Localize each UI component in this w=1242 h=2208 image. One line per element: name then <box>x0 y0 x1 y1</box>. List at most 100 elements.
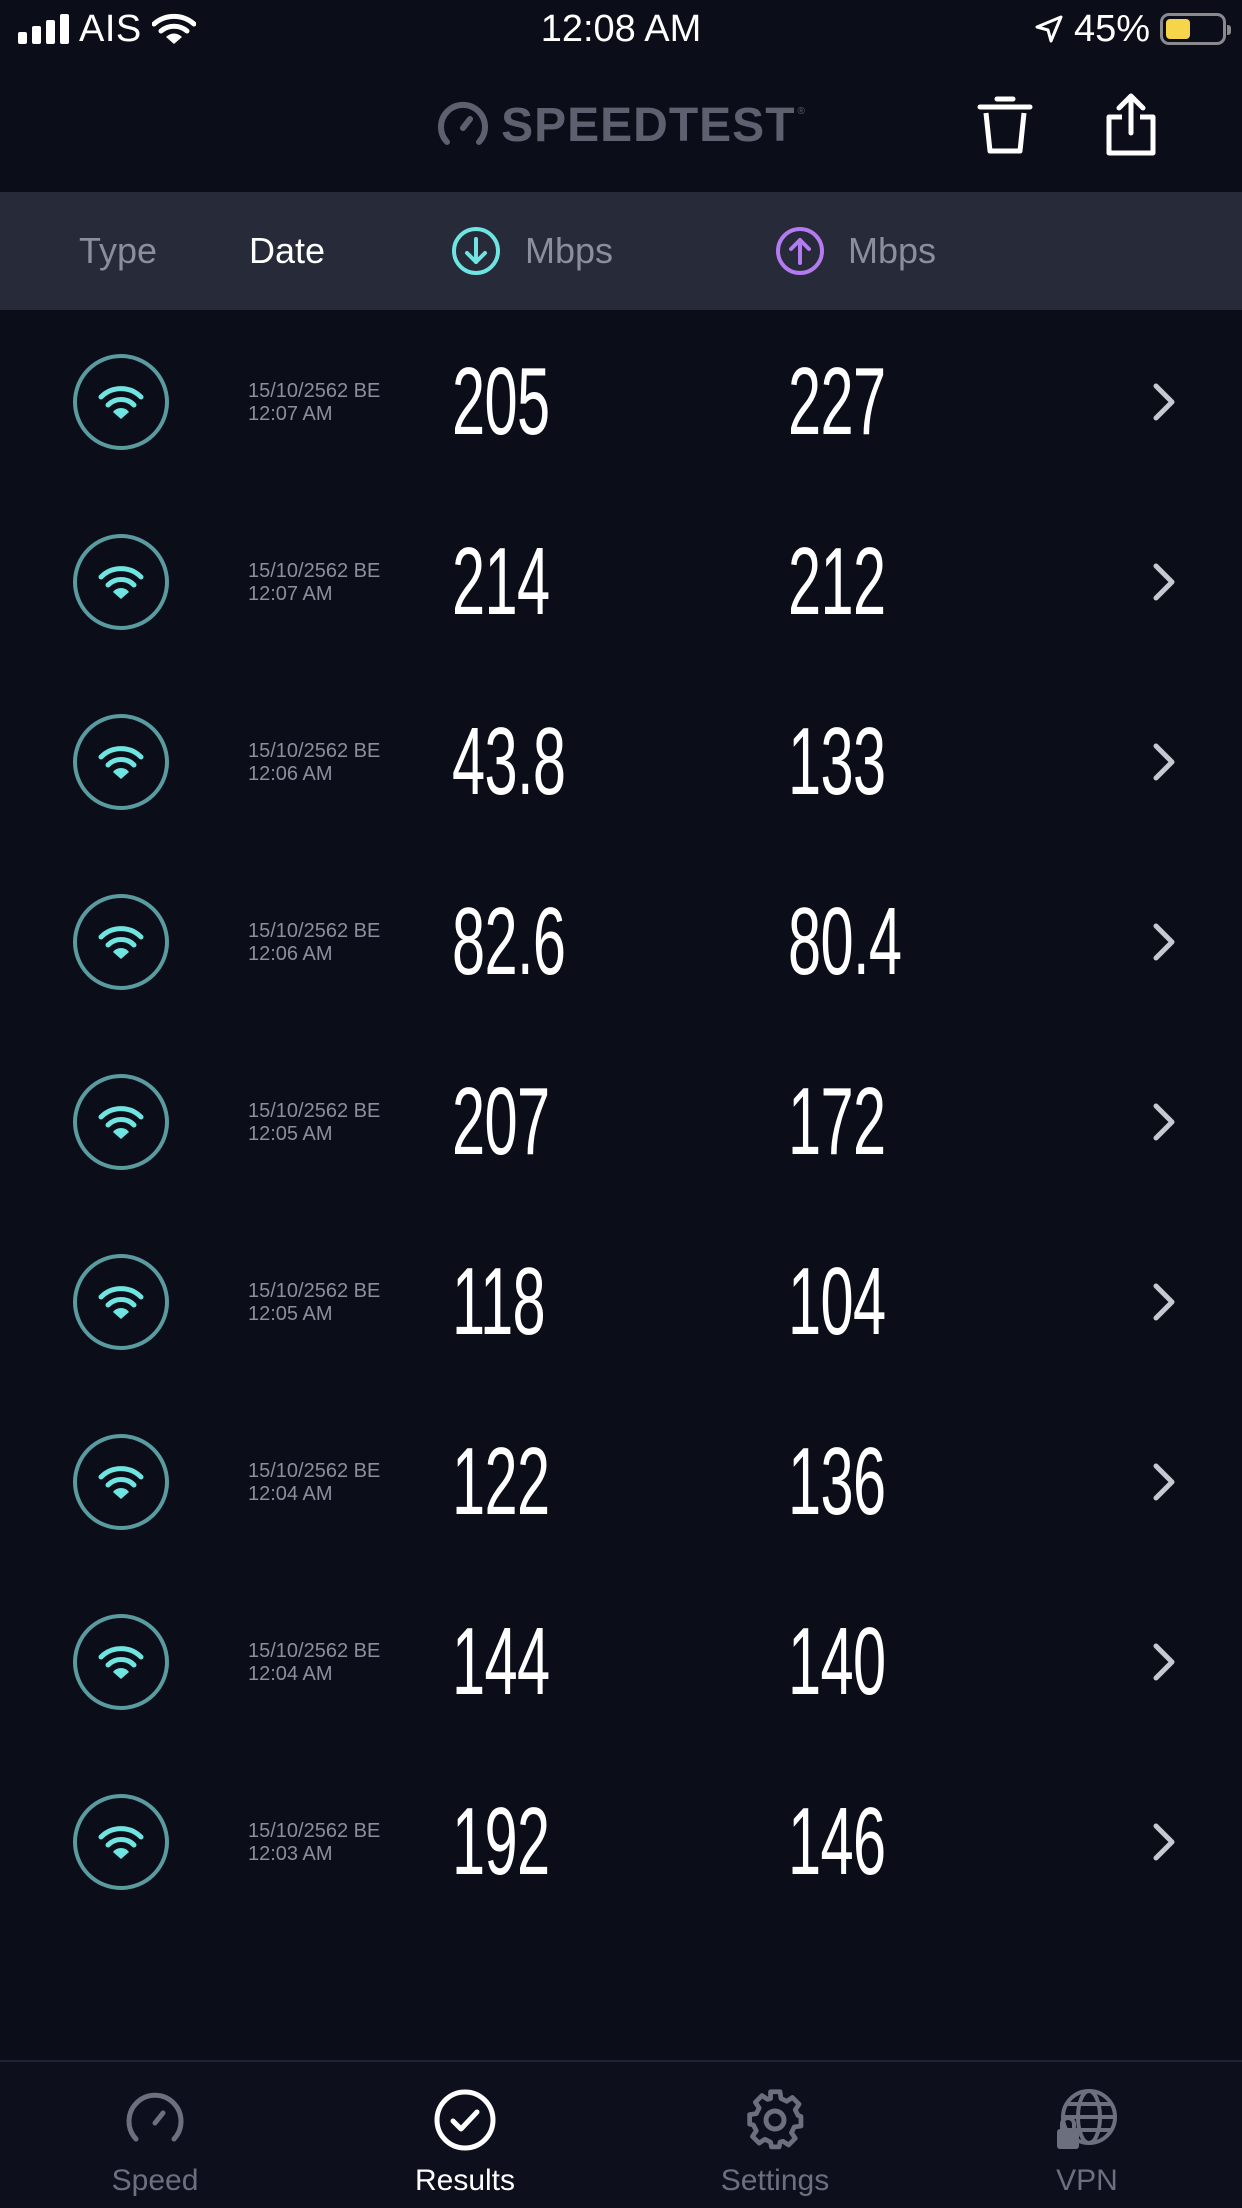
location-arrow-icon <box>1035 15 1063 43</box>
connection-type-badge <box>73 1434 169 1530</box>
connection-type-badge <box>73 1794 169 1890</box>
connection-type-badge <box>73 534 169 630</box>
upload-speed: 136 <box>788 1428 886 1535</box>
download-speed: 205 <box>452 348 550 455</box>
upload-speed: 140 <box>788 1608 886 1715</box>
upload-speed: 133 <box>788 708 886 815</box>
result-time: 12:05 AM <box>248 1123 333 1145</box>
result-datetime: 15/10/2562 BE 12:07 AM <box>248 560 380 606</box>
results-list: 15/10/2562 BE 12:07 AM 205 227 15/10/2562 BE… <box>0 312 1242 1932</box>
result-datetime: 15/10/2562 BE 12:04 AM <box>248 1460 380 1506</box>
chevron-right-icon <box>1153 1643 1175 1681</box>
gauge-icon <box>126 2092 184 2142</box>
battery-fill <box>1166 19 1191 39</box>
trash-icon <box>977 96 1033 154</box>
download-speed: 207 <box>452 1068 550 1175</box>
upload-speed: 227 <box>788 348 886 455</box>
tab-vpn-label: VPN <box>1056 2164 1118 2197</box>
result-time: 12:03 AM <box>248 1843 333 1865</box>
connection-type-badge <box>73 894 169 990</box>
download-speed: 43.8 <box>452 708 566 815</box>
upload-speed: 146 <box>788 1788 886 1895</box>
tab-settings-label: Settings <box>720 2164 830 2197</box>
gear-icon <box>747 2089 804 2150</box>
download-arrow-icon <box>452 227 500 275</box>
share-icon <box>1106 93 1156 156</box>
result-row[interactable]: 15/10/2562 BE 12:07 AM 205 227 <box>0 312 1242 492</box>
status-right: 45% <box>1034 7 1231 50</box>
result-time: 12:06 AM <box>248 943 333 965</box>
connection-type-badge <box>73 1254 169 1350</box>
row-detail-chevron[interactable] <box>1150 1640 1180 1689</box>
tab-results-label: Results <box>414 2164 516 2197</box>
tab-vpn[interactable]: VPN <box>932 2062 1242 2208</box>
result-datetime: 15/10/2562 BE 12:05 AM <box>248 1280 380 1326</box>
upload-speed: 172 <box>788 1068 886 1175</box>
result-time: 12:04 AM <box>248 1663 333 1685</box>
tab-speed[interactable]: Speed <box>0 2062 310 2208</box>
wifi-icon <box>98 1826 144 1859</box>
wifi-icon <box>98 386 144 419</box>
chevron-right-icon <box>1153 743 1175 781</box>
result-date: 15/10/2562 BE <box>248 920 381 942</box>
result-datetime: 15/10/2562 BE 12:03 AM <box>248 1820 380 1866</box>
row-detail-chevron[interactable] <box>1150 380 1180 429</box>
result-row[interactable]: 15/10/2562 BE 12:06 AM 82.6 80.4 <box>0 852 1242 1032</box>
chevron-right-icon <box>1153 1823 1175 1861</box>
result-row[interactable]: 15/10/2562 BE 12:05 AM 207 172 <box>0 1032 1242 1212</box>
upload-speed: 212 <box>788 528 886 635</box>
row-detail-chevron[interactable] <box>1150 1100 1180 1149</box>
result-row[interactable]: 15/10/2562 BE 12:06 AM 43.8 133 <box>0 672 1242 852</box>
result-date: 15/10/2562 BE <box>248 1640 381 1662</box>
wifi-icon <box>98 1106 144 1139</box>
chevron-right-icon <box>1153 1283 1175 1321</box>
column-date[interactable]: Date <box>249 230 325 272</box>
download-speed: 214 <box>452 528 550 635</box>
result-datetime: 15/10/2562 BE 12:06 AM <box>248 740 380 786</box>
row-detail-chevron[interactable] <box>1150 560 1180 609</box>
result-row[interactable]: 15/10/2562 BE 12:07 AM 214 212 <box>0 492 1242 672</box>
battery-icon <box>1160 13 1231 45</box>
status-bar: AIS 12:08 AM 45% <box>0 0 1242 62</box>
result-time: 12:04 AM <box>248 1483 333 1505</box>
result-datetime: 15/10/2562 BE 12:07 AM <box>248 380 380 426</box>
globe-lock-icon <box>1057 2089 1117 2149</box>
download-speed: 82.6 <box>452 888 566 995</box>
wifi-icon <box>98 926 144 959</box>
result-row[interactable]: 15/10/2562 BE 12:05 AM 118 104 <box>0 1212 1242 1392</box>
tab-settings[interactable]: Settings <box>620 2062 930 2208</box>
chevron-right-icon <box>1153 1463 1175 1501</box>
result-row[interactable]: 15/10/2562 BE 12:04 AM 144 140 <box>0 1572 1242 1752</box>
result-row[interactable]: 15/10/2562 BE 12:03 AM 192 146 <box>0 1752 1242 1932</box>
chevron-right-icon <box>1153 923 1175 961</box>
download-speed: 122 <box>452 1428 550 1535</box>
logo-text: SPEEDTEST <box>501 99 796 152</box>
column-upload[interactable]: Mbps <box>848 230 936 272</box>
result-date: 15/10/2562 BE <box>248 380 381 402</box>
chevron-right-icon <box>1153 563 1175 601</box>
row-detail-chevron[interactable] <box>1150 920 1180 969</box>
chevron-right-icon <box>1153 1103 1175 1141</box>
row-detail-chevron[interactable] <box>1150 1280 1180 1329</box>
connection-type-badge <box>73 1614 169 1710</box>
checkmark-circle-icon <box>434 2089 496 2151</box>
battery-percent: 45% <box>1073 7 1150 50</box>
row-detail-chevron[interactable] <box>1150 1460 1180 1509</box>
column-type[interactable]: Type <box>79 230 157 272</box>
column-download[interactable]: Mbps <box>525 230 613 272</box>
tab-results[interactable]: Results <box>310 2062 620 2208</box>
delete-button[interactable] <box>970 90 1040 160</box>
wifi-icon <box>98 566 144 599</box>
upload-speed: 104 <box>788 1248 886 1355</box>
result-row[interactable]: 15/10/2562 BE 12:04 AM 122 136 <box>0 1392 1242 1572</box>
row-detail-chevron[interactable] <box>1150 1820 1180 1869</box>
download-speed: 118 <box>452 1248 546 1355</box>
wifi-icon <box>98 1466 144 1499</box>
row-detail-chevron[interactable] <box>1150 740 1180 789</box>
wifi-icon <box>98 1646 144 1679</box>
result-date: 15/10/2562 BE <box>248 1820 381 1842</box>
share-button[interactable] <box>1096 90 1166 160</box>
connection-type-badge <box>73 1074 169 1170</box>
result-time: 12:06 AM <box>248 763 333 785</box>
result-time: 12:07 AM <box>248 583 333 605</box>
